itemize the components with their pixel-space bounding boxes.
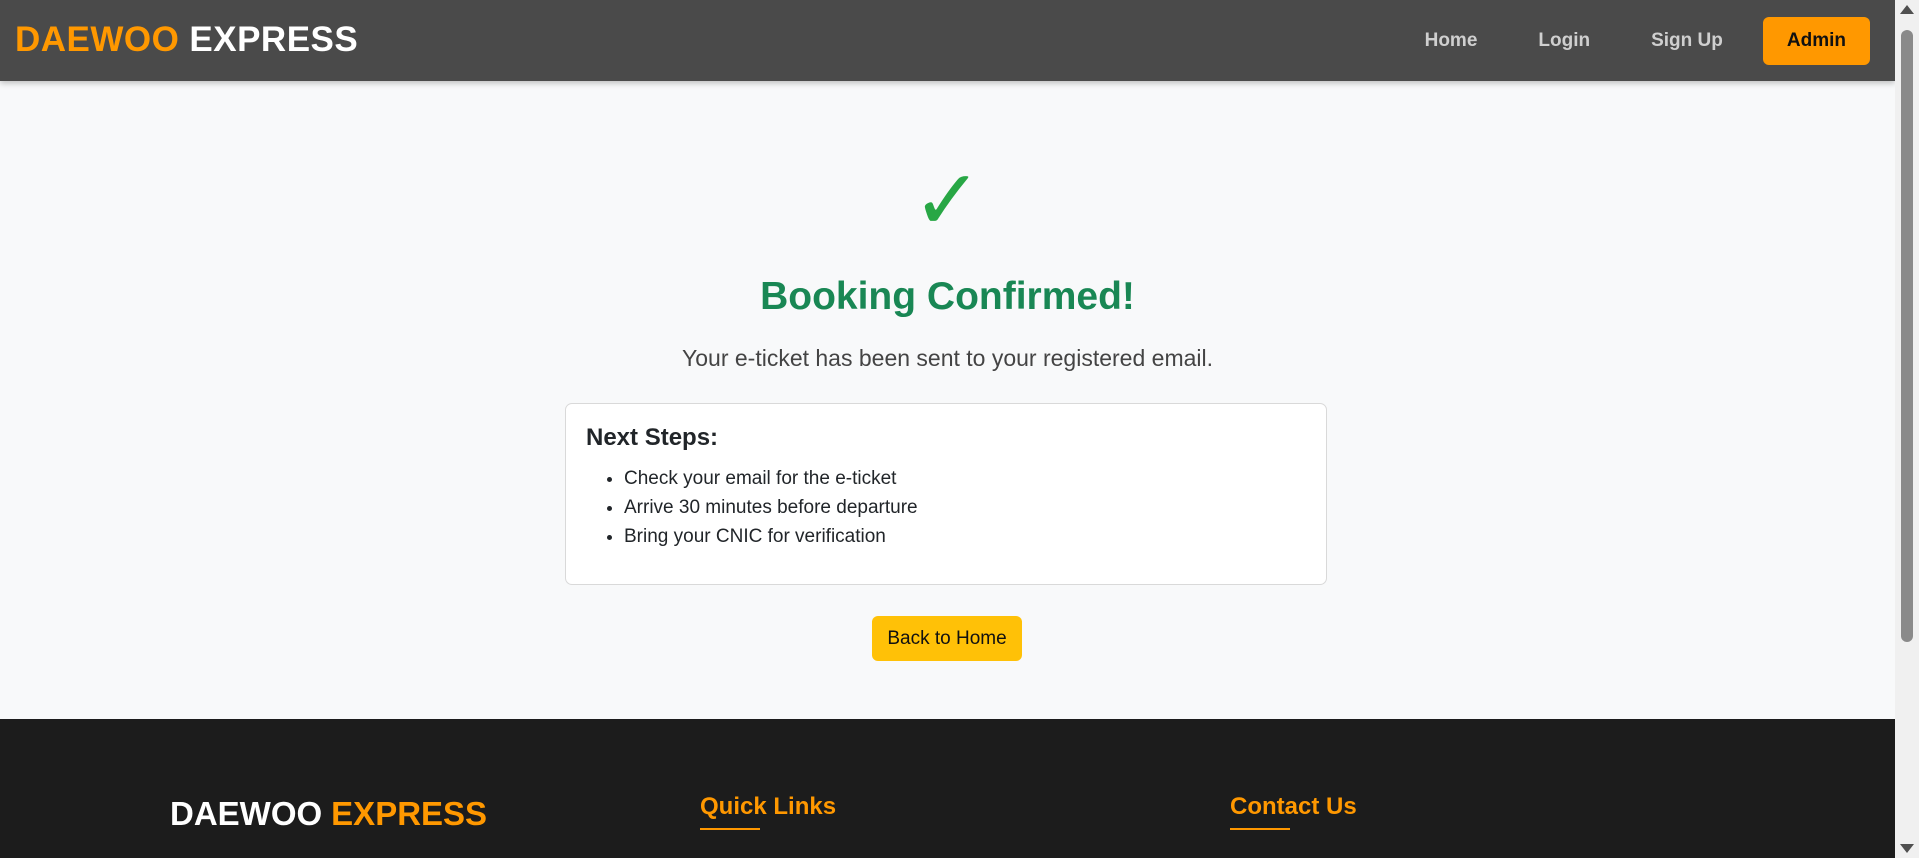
- site-footer: DAEWOO EXPRESS Quick Links Contact Us: [0, 719, 1895, 858]
- next-steps-card: Next Steps: Check your email for the e-t…: [565, 403, 1327, 585]
- nav-login-link[interactable]: Login: [1538, 30, 1590, 52]
- back-to-home-button[interactable]: Back to Home: [872, 616, 1022, 661]
- brand-logo[interactable]: DAEWOO EXPRESS: [15, 20, 358, 60]
- main-nav: Home Login Sign Up Admin: [1364, 0, 1870, 81]
- scroll-down-arrow-icon[interactable]: [1900, 844, 1914, 853]
- list-item: Arrive 30 minutes before departure: [624, 493, 918, 522]
- nav-home-link[interactable]: Home: [1425, 30, 1478, 52]
- vertical-scrollbar[interactable]: [1895, 0, 1919, 858]
- nav-admin-button[interactable]: Admin: [1762, 16, 1870, 65]
- contact-us-heading: Contact Us: [1230, 793, 1357, 830]
- page-title: Booking Confirmed!: [760, 275, 1135, 318]
- footer-brand-part1: DAEWOO: [170, 795, 323, 832]
- next-steps-list: Check your email for the e-ticket Arrive…: [586, 464, 918, 551]
- footer-brand-part2: EXPRESS: [331, 795, 488, 832]
- scroll-up-arrow-icon[interactable]: [1900, 5, 1914, 14]
- next-steps-heading: Next Steps:: [586, 424, 719, 451]
- footer-brand: DAEWOO EXPRESS: [170, 795, 487, 833]
- brand-part2: EXPRESS: [189, 20, 359, 59]
- quick-links-heading: Quick Links: [700, 793, 836, 830]
- top-navbar: DAEWOO EXPRESS Home Login Sign Up Admin: [0, 0, 1895, 81]
- page: DAEWOO EXPRESS Home Login Sign Up Admin ✓…: [0, 0, 1895, 858]
- list-item: Check your email for the e-ticket: [624, 464, 918, 493]
- checkmark-icon: ✓: [912, 151, 983, 249]
- list-item: Bring your CNIC for verification: [624, 522, 918, 551]
- scrollbar-thumb[interactable]: [1901, 30, 1913, 642]
- nav-signup-link[interactable]: Sign Up: [1651, 30, 1723, 52]
- confirmation-message: Your e-ticket has been sent to your regi…: [682, 345, 1213, 371]
- brand-part1: DAEWOO: [15, 20, 180, 59]
